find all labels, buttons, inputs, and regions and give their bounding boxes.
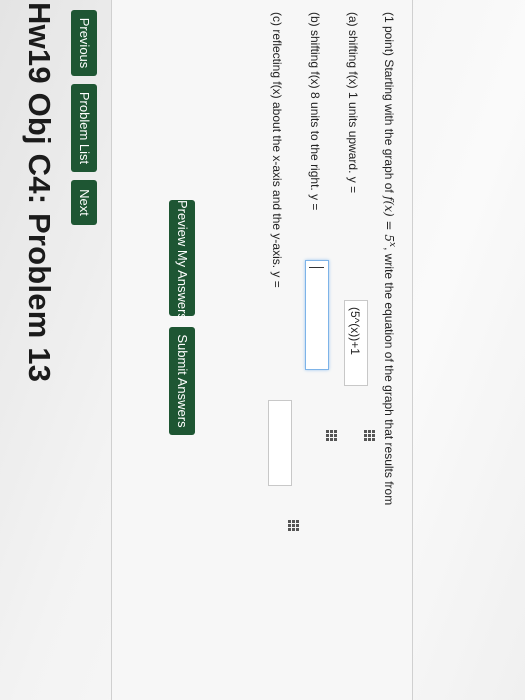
- submit-answers-button[interactable]: Submit Answers: [169, 327, 195, 435]
- part-b-label: (b) shifting f(x) 8 units to the right. …: [308, 12, 322, 211]
- part-c-answer-input[interactable]: [268, 400, 292, 486]
- intro-prefix: (1 point) Starting with the graph of: [382, 12, 396, 197]
- part-b-answer-input[interactable]: [305, 260, 329, 370]
- problem-list-button[interactable]: Problem List: [71, 84, 97, 172]
- text-caret: [309, 267, 324, 268]
- equation-editor-icon[interactable]: [325, 430, 337, 442]
- part-a-label: (a) shifting f(x) 1 units upward. y =: [346, 12, 360, 194]
- intro-suffix: , write the equation of the graph that r…: [382, 247, 396, 506]
- problem-page: Hw19 Obj C4: Problem 13 Previous Problem…: [0, 0, 525, 700]
- previous-button[interactable]: Previous: [71, 10, 97, 76]
- page-title: Hw19 Obj C4: Problem 13: [22, 2, 57, 383]
- intro-function: f(x) = 5: [382, 196, 396, 242]
- problem-intro: (1 point) Starting with the graph of f(x…: [382, 12, 397, 505]
- next-button[interactable]: Next: [71, 180, 97, 225]
- equation-editor-icon[interactable]: [287, 520, 299, 532]
- equation-editor-icon[interactable]: [363, 430, 375, 442]
- part-c-label: (c) reflecting f(x) about the x-axis and…: [270, 12, 284, 288]
- part-a-answer-input[interactable]: (5^(x))+1: [344, 300, 368, 386]
- problem-box: (1 point) Starting with the graph of f(x…: [111, 0, 413, 700]
- preview-answers-button[interactable]: Preview My Answers: [169, 200, 195, 320]
